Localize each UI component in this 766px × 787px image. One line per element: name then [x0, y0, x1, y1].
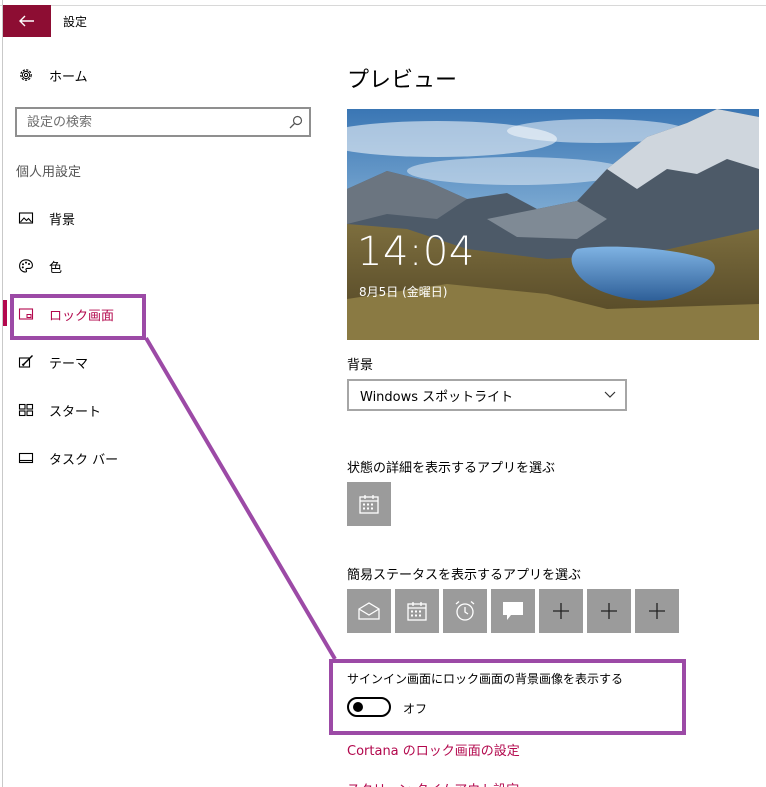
annotation-connector-line	[144, 336, 337, 661]
